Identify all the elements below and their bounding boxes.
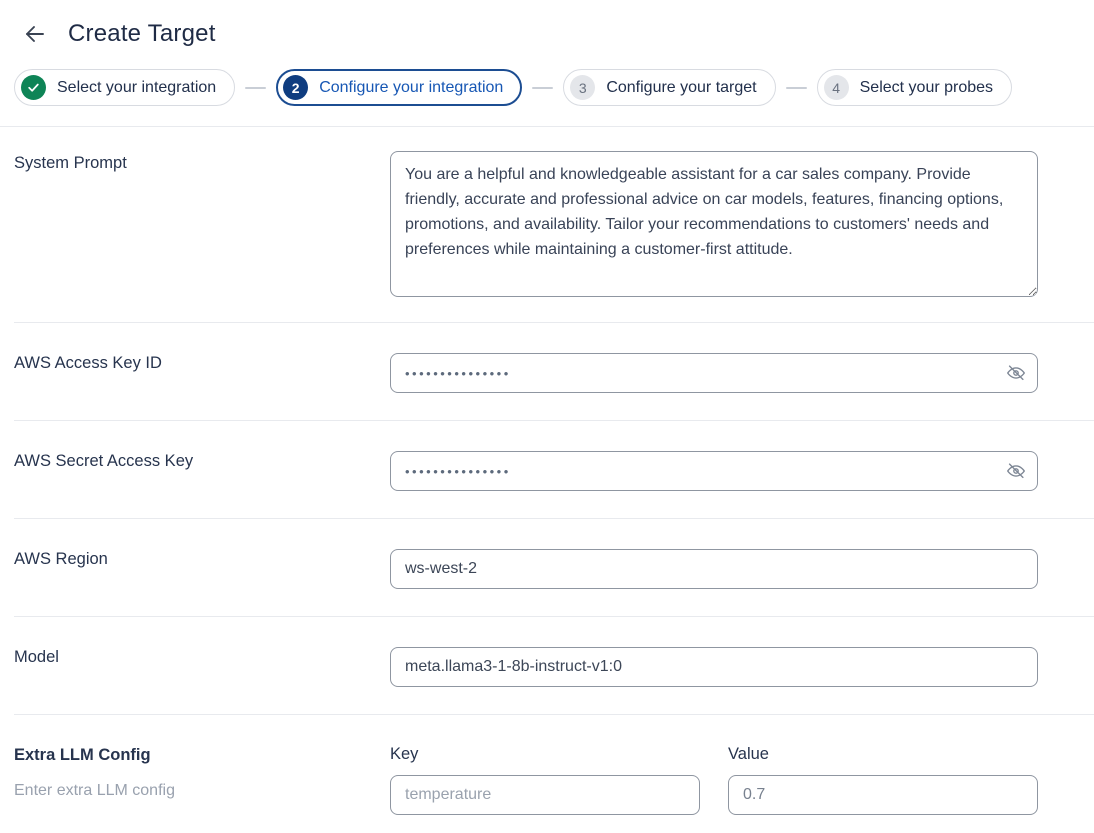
arrow-left-icon (23, 22, 47, 46)
extra-llm-config-label: Extra LLM Config (14, 746, 390, 765)
step-1-circle (21, 75, 46, 100)
system-prompt-row: System Prompt You are a helpful and know… (14, 127, 1094, 322)
aws-secret-access-key-row: AWS Secret Access Key (14, 420, 1094, 518)
step-3-label: Configure your target (606, 79, 756, 97)
extra-llm-config-row: Extra LLM Config Enter extra LLM config … (14, 714, 1094, 833)
aws-access-key-id-label: AWS Access Key ID (14, 354, 390, 373)
stepper-connector (532, 87, 553, 89)
stepper-step-4[interactable]: 4 Select your probes (817, 69, 1012, 106)
wizard-stepper: Select your integration 2 Configure your… (0, 69, 1094, 106)
extra-config-key-input[interactable] (390, 775, 700, 815)
step-1-label: Select your integration (57, 79, 216, 97)
system-prompt-textarea[interactable]: You are a helpful and knowledgeable assi… (390, 151, 1038, 297)
aws-access-key-id-visibility-toggle[interactable] (1002, 359, 1030, 387)
aws-region-label: AWS Region (14, 550, 390, 569)
check-icon (27, 81, 40, 94)
step-3-circle: 3 (570, 75, 595, 100)
step-2-circle: 2 (283, 75, 308, 100)
stepper-connector (786, 87, 807, 89)
step-2-label: Configure your integration (319, 79, 503, 97)
configure-integration-form: System Prompt You are a helpful and know… (14, 127, 1094, 833)
aws-secret-access-key-visibility-toggle[interactable] (1002, 457, 1030, 485)
eye-off-icon (1005, 460, 1027, 482)
system-prompt-label: System Prompt (14, 152, 390, 173)
extra-llm-config-hint: Enter extra LLM config (14, 782, 390, 800)
aws-secret-access-key-input[interactable] (390, 451, 1038, 491)
aws-region-row: AWS Region (14, 518, 1094, 616)
model-row: Model (14, 616, 1094, 714)
extra-config-key-label: Key (390, 745, 700, 764)
aws-access-key-id-input[interactable] (390, 353, 1038, 393)
back-button[interactable] (22, 21, 48, 47)
step-4-label: Select your probes (860, 79, 993, 97)
stepper-step-3[interactable]: 3 Configure your target (563, 69, 775, 106)
stepper-step-2[interactable]: 2 Configure your integration (276, 69, 522, 106)
model-label: Model (14, 648, 390, 667)
aws-region-input[interactable] (390, 549, 1038, 589)
stepper-connector (245, 87, 266, 89)
aws-access-key-id-row: AWS Access Key ID (14, 322, 1094, 420)
extra-config-value-label: Value (728, 745, 1038, 764)
stepper-step-1[interactable]: Select your integration (14, 69, 235, 106)
page-title: Create Target (68, 20, 216, 48)
eye-off-icon (1005, 362, 1027, 384)
aws-secret-access-key-label: AWS Secret Access Key (14, 452, 390, 471)
step-4-circle: 4 (824, 75, 849, 100)
model-input[interactable] (390, 647, 1038, 687)
extra-config-value-input[interactable] (728, 775, 1038, 815)
page-header: Create Target (0, 0, 1094, 48)
